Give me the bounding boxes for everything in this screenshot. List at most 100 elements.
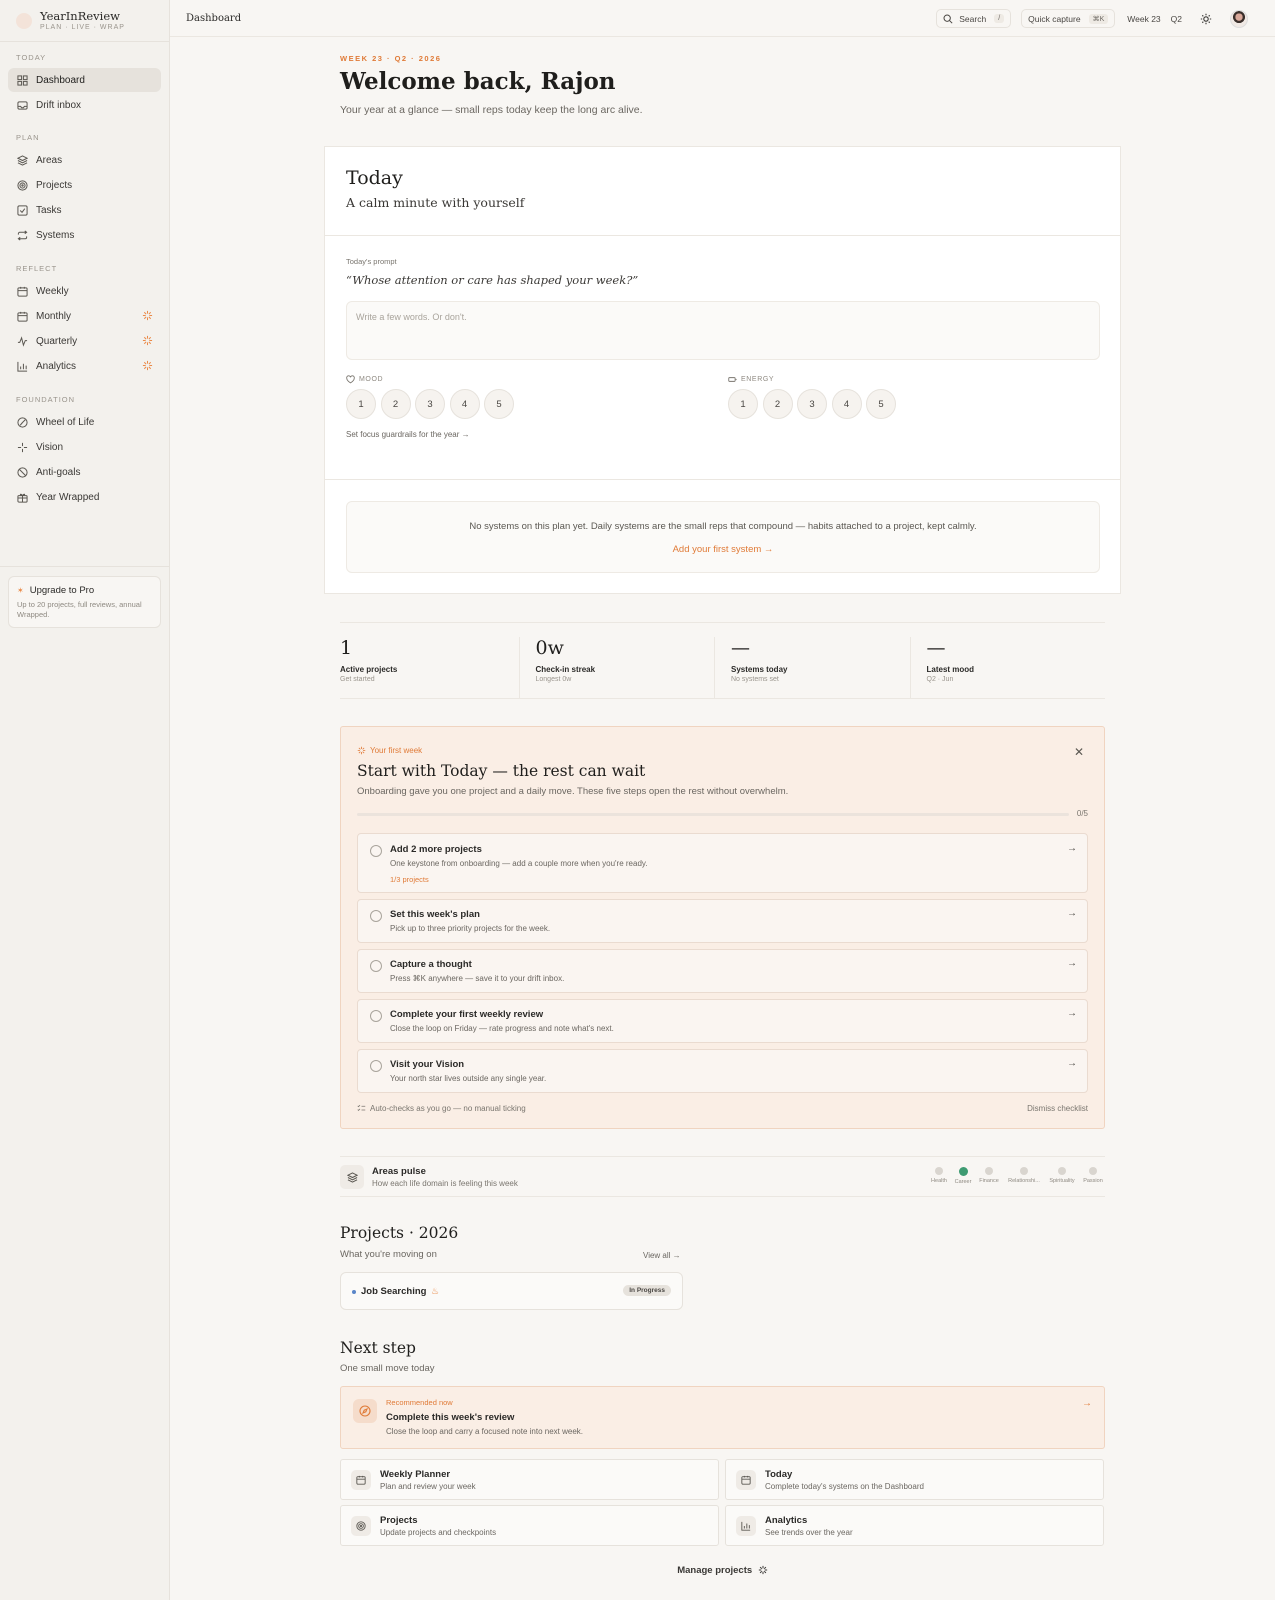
brand[interactable]: YearInReview PLAN · LIVE · WRAP <box>0 0 169 42</box>
recommended-eyebrow: Recommended now <box>386 1398 453 1407</box>
sidebar-item-vision[interactable]: Vision <box>8 435 161 459</box>
step-checkbox[interactable] <box>370 910 382 922</box>
mood-option-4[interactable]: 4 <box>449 389 480 419</box>
sparkle-icon <box>357 746 366 755</box>
sparkle-icon <box>142 335 153 346</box>
upgrade-card[interactable]: ✶ Upgrade to Pro Up to 20 projects, full … <box>8 576 161 628</box>
sidebar-item-monthly[interactable]: Monthly <box>8 304 161 328</box>
energy-option-1[interactable]: 1 <box>728 389 758 419</box>
pulse-label: Passion <box>1083 1178 1103 1184</box>
stat-label: Latest mood <box>926 665 975 674</box>
search-button[interactable]: Search / <box>936 9 1012 28</box>
quick-capture-shortcut: ⌘K <box>1088 13 1109 24</box>
stat-label: Active projects <box>340 665 398 674</box>
arrow-right-icon: → <box>1067 843 1077 854</box>
next-step-title: Next step <box>340 1339 416 1357</box>
focus-guardrails-link[interactable]: Set focus guardrails for the year → <box>346 430 470 439</box>
step-title: Capture a thought <box>390 959 472 970</box>
energy-option-3[interactable]: 3 <box>797 389 827 419</box>
checklist-step-weekly-review[interactable]: Complete your first weekly review Close … <box>357 999 1088 1043</box>
sidebar-item-tasks[interactable]: Tasks <box>8 198 161 222</box>
week-indicator: Week 23 <box>1127 13 1161 24</box>
quick-link-projects[interactable]: Projects Update projects and checkpoints <box>340 1505 719 1546</box>
calendar-icon <box>736 1470 756 1490</box>
sidebar-item-drift-inbox[interactable]: Drift inbox <box>8 93 161 117</box>
target-icon <box>16 179 28 191</box>
battery-icon <box>728 377 737 382</box>
heart-icon <box>346 375 355 384</box>
step-title: Visit your Vision <box>390 1059 465 1070</box>
view-all-link[interactable]: View all → <box>643 1251 681 1260</box>
sidebar-item-quarterly[interactable]: Quarterly <box>8 329 161 353</box>
stat-value: — <box>926 637 946 659</box>
step-checkbox[interactable] <box>370 960 382 972</box>
sidebar-item-year-wrapped[interactable]: Year Wrapped <box>8 485 161 509</box>
progress-count: 0/5 <box>1076 809 1088 818</box>
theme-toggle-button[interactable] <box>1200 13 1212 25</box>
sidebar-item-wheel-of-life[interactable]: Wheel of Life <box>8 410 161 434</box>
dismiss-checklist-button[interactable]: Dismiss checklist <box>1027 1104 1088 1113</box>
energy-label-text: ENERGY <box>741 376 775 383</box>
step-checkbox[interactable] <box>370 1060 382 1072</box>
calendar-icon <box>351 1470 371 1490</box>
energy-option-4[interactable]: 4 <box>831 389 862 419</box>
stat-check-in-streak: 0w Check-in streak Longest 0w <box>518 637 715 698</box>
close-icon[interactable]: ✕ <box>1074 745 1084 759</box>
pulse-label: Finance <box>979 1178 999 1184</box>
stat-active-projects: 1 Active projects Get started <box>340 623 519 698</box>
onboarding-subtitle: Onboarding gave you one project and a da… <box>357 786 789 797</box>
sidebar-item-anti-goals[interactable]: Anti-goals <box>8 460 161 484</box>
mood-option-1[interactable]: 1 <box>346 389 376 419</box>
quarter-indicator: Q2 <box>1170 13 1182 24</box>
sidebar-item-label: Analytics <box>36 360 77 372</box>
next-step-subtitle: One small move today <box>340 1363 435 1374</box>
upgrade-title: Upgrade to Pro <box>29 585 95 596</box>
quick-link-today[interactable]: Today Complete today's systems on the Da… <box>725 1459 1104 1500</box>
step-checkbox[interactable] <box>370 1010 382 1022</box>
avatar[interactable] <box>1230 9 1248 28</box>
sidebar-item-label: Areas <box>36 154 63 166</box>
checklist-step-capture-thought[interactable]: Capture a thought Press ⌘K anywhere — sa… <box>357 949 1088 993</box>
arrow-right-icon: → <box>1067 1008 1077 1019</box>
recommended-action-card[interactable]: Recommended now Complete this week's rev… <box>340 1386 1105 1449</box>
onboarding-eyebrow-text: Your first week <box>370 746 423 755</box>
sidebar-item-analytics[interactable]: Analytics <box>8 354 161 378</box>
mood-option-5[interactable]: 5 <box>484 389 514 419</box>
flame-icon: ♨ <box>431 1286 440 1296</box>
energy-option-5[interactable]: 5 <box>866 389 896 419</box>
sidebar-item-dashboard[interactable]: Dashboard <box>8 68 161 92</box>
step-description: Close the loop on Friday — rate progress… <box>390 1024 614 1033</box>
quick-capture-button[interactable]: Quick capture ⌘K <box>1021 9 1116 28</box>
journal-input[interactable]: Write a few words. Or don't. <box>346 301 1100 360</box>
checklist-step-weekly-plan[interactable]: Set this week's plan Pick up to three pr… <box>357 899 1088 943</box>
sidebar-item-systems[interactable]: Systems <box>8 223 161 247</box>
add-system-link[interactable]: Add your first system → <box>347 544 1099 555</box>
stat-sub: Q2 · Jun <box>926 676 954 683</box>
manage-projects-link[interactable]: Manage projects <box>340 1565 1105 1576</box>
sidebar-item-areas[interactable]: Areas <box>8 148 161 172</box>
checklist-step-vision[interactable]: Visit your Vision Your north star lives … <box>357 1049 1088 1093</box>
wheel-icon <box>16 416 28 428</box>
sidebar-item-weekly[interactable]: Weekly <box>8 279 161 303</box>
quick-link-analytics[interactable]: Analytics See trends over the year <box>725 1505 1104 1546</box>
compass-icon <box>353 1399 377 1423</box>
areas-pulse[interactable]: Areas pulse How each life domain is feel… <box>340 1156 1105 1197</box>
quick-link-weekly-planner[interactable]: Weekly Planner Plan and review your week <box>340 1459 719 1500</box>
project-card[interactable]: Job Searching ♨ In Progress <box>340 1272 683 1310</box>
energy-option-2[interactable]: 2 <box>762 389 793 419</box>
stats-row: 1 Active projects Get started 0w Check-i… <box>340 622 1105 699</box>
mood-option-3[interactable]: 3 <box>415 389 445 419</box>
sidebar-item-projects[interactable]: Projects <box>8 173 161 197</box>
calendar-icon <box>16 310 28 322</box>
arrow-right-icon: → <box>1082 1398 1092 1409</box>
today-subtitle: A calm minute with yourself <box>346 195 525 210</box>
stat-label: Systems today <box>731 665 788 674</box>
sidebar-item-label: Anti-goals <box>36 466 81 478</box>
stat-latest-mood: — Latest mood Q2 · Jun <box>909 637 1106 698</box>
step-checkbox[interactable] <box>370 845 382 857</box>
mood-option-2[interactable]: 2 <box>380 389 411 419</box>
calendar-icon <box>16 285 28 297</box>
upgrade-description: Up to 20 projects, full reviews, annual … <box>17 600 142 619</box>
area-pulse-relationships: Relationshi... <box>1004 1167 1044 1184</box>
checklist-step-add-projects[interactable]: Add 2 more projects One keystone from on… <box>357 833 1088 893</box>
